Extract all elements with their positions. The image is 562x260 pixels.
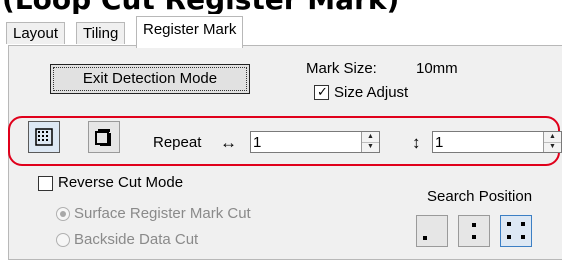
tab-register-mark[interactable]: Register Mark (136, 16, 244, 48)
repeat-vertical-input[interactable] (435, 133, 525, 151)
tab-tiling[interactable]: Tiling (76, 22, 126, 44)
two-dots-icon (472, 223, 476, 239)
stacked-corners-icon (95, 129, 111, 146)
surface-register-mark-cut-label: Surface Register Mark Cut (74, 205, 251, 222)
search-position-label: Search Position (427, 188, 533, 205)
horizontal-arrow-icon: ↔ (220, 133, 237, 152)
reverse-cut-mode-checkbox[interactable] (38, 176, 53, 191)
checkmark-icon: ✓ (317, 84, 328, 99)
size-adjust-label: Size Adjust (334, 84, 409, 101)
repeat-horizontal-stepper[interactable]: ▲ ▼ (250, 131, 380, 153)
mark-pattern-button-a[interactable] (28, 121, 60, 153)
vertical-arrow-icon: ↕ (412, 133, 421, 152)
single-dot-icon (423, 236, 427, 240)
tab-bar: Layout Tiling Register Mark (0, 14, 562, 48)
search-position-single-button[interactable] (416, 215, 448, 247)
spin-down-icon[interactable]: ▼ (362, 142, 379, 152)
page-heading: (Loop Cut Register Mark) (2, 0, 562, 14)
repeat-horizontal-input[interactable] (253, 133, 343, 151)
size-adjust-checkbox[interactable]: ✓ (314, 85, 329, 100)
exit-detection-mode-button[interactable]: Exit Detection Mode (50, 64, 250, 94)
repeat-vertical-spin-buttons[interactable]: ▲ ▼ (543, 132, 561, 152)
repeat-label: Repeat (153, 134, 202, 151)
grid-dots-icon (35, 128, 53, 146)
backside-data-cut-label: Backside Data Cut (74, 231, 199, 248)
reverse-cut-mode-label: Reverse Cut Mode (58, 174, 184, 191)
mark-pattern-button-b[interactable] (88, 121, 120, 153)
surface-register-mark-cut-radio[interactable] (56, 207, 70, 221)
mark-size-label: Mark Size: (306, 60, 377, 77)
backside-data-cut-radio[interactable] (56, 233, 70, 247)
spin-down-icon[interactable]: ▼ (544, 142, 561, 152)
tab-layout[interactable]: Layout (6, 22, 66, 44)
repeat-vertical-stepper[interactable]: ▲ ▼ (432, 131, 562, 153)
mark-size-value: 10mm (416, 60, 458, 77)
repeat-horizontal-spin-buttons[interactable]: ▲ ▼ (361, 132, 379, 152)
search-position-quad-button[interactable] (500, 215, 532, 247)
four-dots-icon (507, 222, 525, 239)
search-position-double-button[interactable] (458, 215, 490, 247)
